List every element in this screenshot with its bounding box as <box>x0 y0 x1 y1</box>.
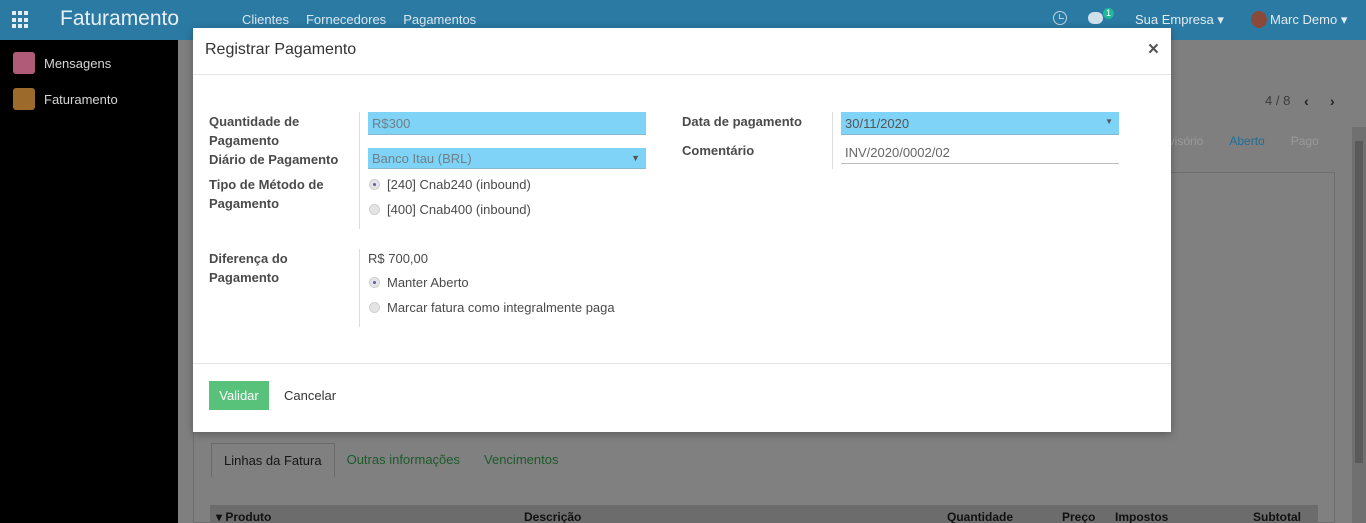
chat-icon[interactable] <box>1088 12 1103 24</box>
column-header-taxes[interactable]: Impostos <box>1115 510 1168 523</box>
journal-value: Banco Itau (BRL) <box>372 151 472 166</box>
method-option-label: [240] Cnab240 (inbound) <box>387 177 531 192</box>
column-separator <box>359 112 360 229</box>
journal-select[interactable]: Banco Itau (BRL) ▼ <box>368 148 646 169</box>
difference-label: Diferença do Pagamento <box>209 251 288 285</box>
difference-option-mark-paid[interactable]: Marcar fatura como integralmente paga <box>369 300 615 315</box>
scrollbar[interactable] <box>1352 127 1366 523</box>
menu-item-fornecedores[interactable]: Fornecedores <box>306 12 386 27</box>
chat-count-badge: 1 <box>1103 8 1115 19</box>
apps-grid-icon[interactable] <box>12 11 30 29</box>
app-brand: Faturamento <box>60 7 180 30</box>
payment-date-input[interactable]: 30/11/2020 ▼ <box>841 112 1119 135</box>
comment-label: Comentário <box>682 143 755 158</box>
invoice-icon <box>13 88 35 110</box>
column-header-quantity[interactable]: Quantidade <box>947 510 1013 523</box>
status-open[interactable]: Aberto <box>1229 134 1264 148</box>
column-separator <box>359 249 360 327</box>
close-icon[interactable]: × <box>1148 39 1159 61</box>
sidebar-item-label: Mensagens <box>44 55 112 71</box>
avatar[interactable] <box>1251 11 1267 28</box>
dialog-title: Registrar Pagamento <box>205 41 357 58</box>
tab-other-info[interactable]: Outras informações <box>335 443 472 477</box>
chat-bubble-icon <box>13 52 35 74</box>
difference-amount: R$ 700,00 <box>368 251 428 266</box>
amount-input[interactable]: R$300 <box>368 112 646 135</box>
amount-label: Quantidade de Pagamento <box>209 114 300 148</box>
register-payment-dialog: Registrar Pagamento × Quantidade de Paga… <box>193 28 1171 432</box>
difference-option-label: Manter Aberto <box>387 275 469 290</box>
chevron-left-icon[interactable]: ‹ <box>1304 93 1309 109</box>
company-name: Sua Empresa <box>1135 12 1214 27</box>
column-header-price[interactable]: Preço <box>1062 510 1095 523</box>
radio-button[interactable] <box>369 204 380 215</box>
difference-option-label: Marcar fatura como integralmente paga <box>387 300 615 315</box>
column-header-description[interactable]: Descrição <box>524 510 581 523</box>
radio-button[interactable] <box>369 179 380 190</box>
dialog-header: Registrar Pagamento × <box>193 28 1171 75</box>
menu-item-clientes[interactable]: Clientes <box>242 12 289 27</box>
table-header: ▾ Produto Descrição Quantidade Preço Imp… <box>210 505 1318 523</box>
radio-button[interactable] <box>369 302 380 313</box>
cancel-button[interactable]: Cancelar <box>284 388 336 403</box>
sidebar-item-mensagens[interactable]: Mensagens <box>13 52 111 74</box>
date-dropdown-icon: ▼ <box>1105 117 1113 126</box>
activity-clock-icon[interactable] <box>1053 11 1067 25</box>
column-separator <box>832 112 833 169</box>
radio-button[interactable] <box>369 277 380 288</box>
payment-date-value: 30/11/2020 <box>845 116 910 131</box>
method-option-cnab240[interactable]: [240] Cnab240 (inbound) <box>369 177 531 192</box>
status-paid[interactable]: Pago <box>1291 134 1319 148</box>
journal-label: Diário de Pagamento <box>209 152 339 167</box>
column-header-product[interactable]: ▾ Produto <box>216 510 271 523</box>
difference-option-keep-open[interactable]: Manter Aberto <box>369 275 469 290</box>
tab-invoice-lines[interactable]: Linhas da Fatura <box>211 443 335 477</box>
scrollbar-thumb[interactable] <box>1355 141 1363 463</box>
notebook-tabs: Linhas da Fatura Outras informações Venc… <box>211 443 570 477</box>
column-header-subtotal[interactable]: Subtotal <box>1253 510 1301 523</box>
validate-button[interactable]: Validar <box>209 381 269 410</box>
dialog-footer: Validar Cancelar <box>193 363 1171 432</box>
user-menu[interactable]: Marc Demo ▾ <box>1270 12 1347 28</box>
method-option-label: [400] Cnab400 (inbound) <box>387 202 531 217</box>
sidebar-item-faturamento[interactable]: Faturamento <box>13 88 118 110</box>
menu-item-pagamentos[interactable]: Pagamentos <box>403 12 476 27</box>
comment-input[interactable]: INV/2020/0002/02 <box>841 141 1119 164</box>
status-bar: rovisório Aberto Pago <box>1158 127 1345 155</box>
sidebar-item-label: Faturamento <box>44 91 118 107</box>
main-menu: Clientes Fornecedores Pagamentos <box>242 12 493 27</box>
user-name: Marc Demo <box>1270 12 1338 27</box>
chevron-down-icon: ▾ <box>1340 12 1348 27</box>
method-label: Tipo de Método de Pagamento <box>209 177 324 211</box>
company-switcher[interactable]: Sua Empresa ▾ <box>1135 12 1224 28</box>
method-option-cnab400[interactable]: [400] Cnab400 (inbound) <box>369 202 531 217</box>
chevron-right-icon[interactable]: › <box>1330 93 1335 109</box>
pager-counter: 4 / 8 <box>1265 93 1291 108</box>
payment-date-label: Data de pagamento <box>682 114 802 129</box>
sidebar: Mensagens Faturamento <box>0 40 178 523</box>
chevron-down-icon: ▾ <box>1217 12 1224 27</box>
chevron-down-icon: ▼ <box>631 153 640 163</box>
tab-due-dates[interactable]: Vencimentos <box>472 443 570 477</box>
